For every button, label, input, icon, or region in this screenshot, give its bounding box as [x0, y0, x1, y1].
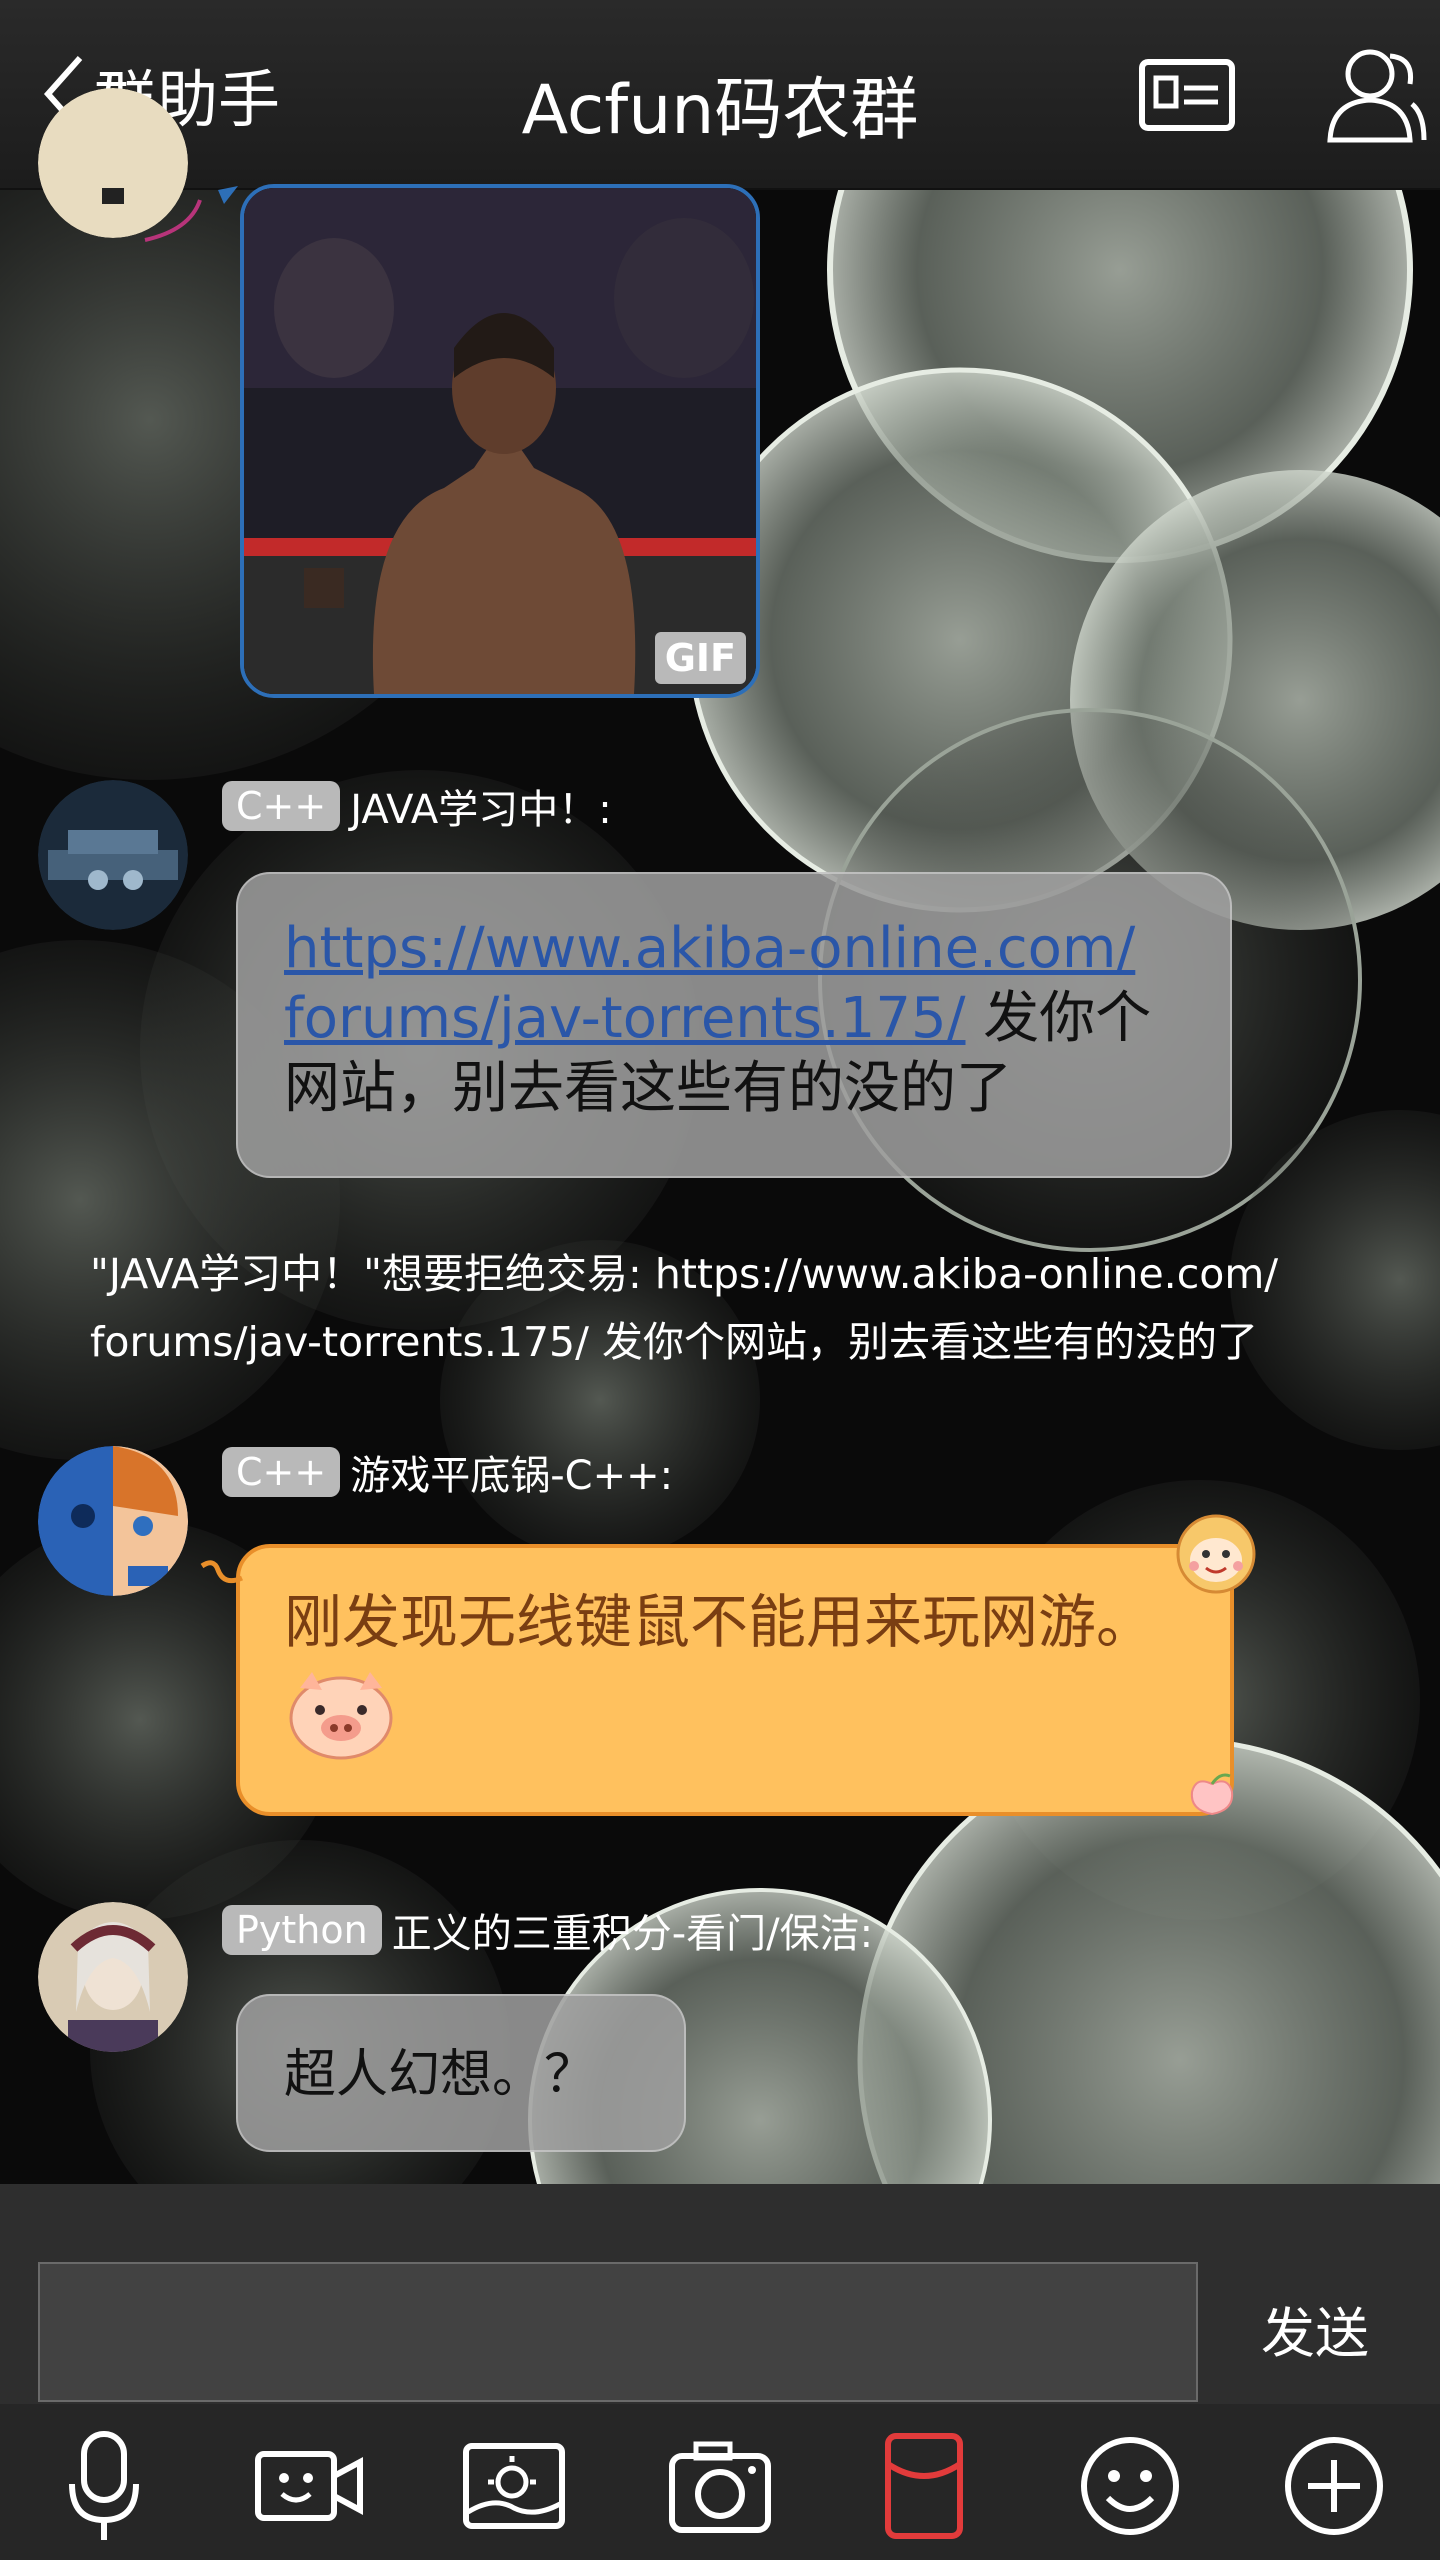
gif-badge: GIF — [654, 632, 746, 684]
message-text: 刚发现无线键鼠不能用来玩网游。 — [284, 1588, 1155, 1656]
wrestler-gif-image — [244, 188, 756, 694]
video-call-button[interactable] — [248, 2426, 368, 2546]
monkey-sticker-icon — [1170, 1506, 1262, 1598]
peach-icon — [1186, 1770, 1238, 1816]
avatar[interactable] — [38, 1446, 188, 1596]
sender-line: Python 正义的三重积分-看门/保洁: — [222, 1904, 874, 1957]
group-members-button[interactable] — [1310, 44, 1428, 144]
video-call-icon — [255, 2451, 363, 2521]
message-input[interactable] — [38, 2262, 1198, 2402]
emoji-button[interactable] — [1070, 2426, 1190, 2546]
group-profile-button[interactable] — [1132, 44, 1242, 144]
message-text: 超人幻想。？ — [284, 2045, 597, 2105]
sender-line: C++ JAVA学习中！: — [222, 780, 612, 833]
bubble-tail-decoration — [144, 186, 238, 242]
sender-name: JAVA学习中！: — [350, 787, 612, 833]
message-link[interactable]: forums/jav-torrents.175/ — [284, 986, 966, 1051]
plus-icon — [1285, 2437, 1383, 2535]
group-members-icon — [1327, 49, 1427, 143]
red-packet-icon — [885, 2433, 963, 2539]
gif-image-message[interactable]: GIF — [240, 184, 760, 698]
message-text: 网站，别去看这些有的没的了 — [284, 1056, 1012, 1121]
message-composer: 发送 — [0, 2184, 1440, 2404]
message-bubble[interactable]: https://www.akiba-online.com/ forums/jav… — [236, 872, 1232, 1178]
sender-tag: C++ — [222, 781, 341, 831]
top-navigation-bar: 群助手 Acfun码农群 — [0, 0, 1440, 190]
pig-face-icon — [286, 1668, 396, 1762]
voice-button[interactable] — [44, 2426, 164, 2546]
avatar[interactable] — [38, 1902, 188, 2052]
camera-button[interactable] — [660, 2426, 780, 2546]
sender-name: 游戏平底锅-C++: — [350, 1453, 674, 1499]
sender-name: 正义的三重积分-看门/保洁: — [391, 1911, 874, 1957]
sender-line: C++ 游戏平底锅-C++: — [222, 1446, 674, 1499]
bottom-toolbar — [0, 2404, 1440, 2560]
id-card-icon — [1139, 59, 1235, 131]
more-button[interactable] — [1274, 2426, 1394, 2546]
system-notice: "JAVA学习中！"想要拒绝交易: https://www.akiba-onli… — [90, 1250, 1279, 1366]
gallery-button[interactable] — [454, 2426, 574, 2546]
emoji-icon — [1081, 2437, 1179, 2535]
sender-tag: C++ — [222, 1447, 341, 1497]
avatar[interactable] — [38, 780, 188, 930]
red-packet-button[interactable] — [864, 2426, 984, 2546]
camera-icon — [669, 2441, 771, 2533]
bubble-tail-decoration — [200, 1560, 244, 1584]
microphone-icon — [69, 2431, 139, 2540]
sender-tag: Python — [222, 1905, 382, 1955]
message-link[interactable]: https://www.akiba-online.com/ — [284, 916, 1135, 981]
message-bubble[interactable]: 超人幻想。？ — [236, 1994, 686, 2152]
image-gallery-icon — [463, 2443, 565, 2529]
send-button[interactable]: 发送 — [1230, 2294, 1400, 2374]
message-text: 发你个 — [965, 986, 1152, 1051]
